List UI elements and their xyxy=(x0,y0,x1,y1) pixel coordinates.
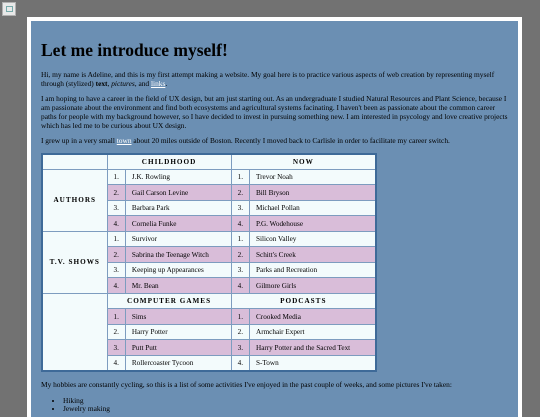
content-panel: Let me introduce myself! Hi, my name is … xyxy=(31,21,518,417)
bold-text: text xyxy=(95,78,108,88)
table-row: T.V. SHOWS 1. Survivor 1. Silicon Valley xyxy=(41,230,377,294)
table-cell-number: 1. xyxy=(106,230,126,248)
table-cell: Schitt's Creek xyxy=(249,246,377,263)
blank-row-header xyxy=(41,292,108,372)
hometown-text: I grew up in a very small xyxy=(41,136,117,146)
italic-text: pictures xyxy=(111,78,135,88)
intro-paragraph-3: I grew up in a very small town about 20 … xyxy=(41,136,508,146)
hometown-text-end: about 20 miles outside of Boston. Recent… xyxy=(131,136,450,146)
table-cell: Keeping up Appearances xyxy=(124,261,232,279)
table-cell-number: 2. xyxy=(230,323,251,341)
table-row: AUTHORS 1. J.K. Rowling 1. Trevor Noah xyxy=(41,168,377,232)
table-header-row: CHILDHOOD NOW xyxy=(41,153,377,170)
table-cell-number: 3. xyxy=(106,339,126,356)
table-cell: Mr. Bean xyxy=(124,277,232,294)
header-now: NOW xyxy=(230,153,377,170)
table-cell: Barbara Park xyxy=(124,199,232,217)
table-subheader-row: COMPUTER GAMES PODCASTS xyxy=(41,292,377,372)
table-cell-number: 2. xyxy=(106,323,126,341)
list-item: Jewelry making xyxy=(63,404,508,413)
table-cell: Gail Carson Levine xyxy=(124,184,232,201)
intro-text-end: . xyxy=(165,78,168,88)
table-cell-number: 2. xyxy=(230,184,251,201)
broken-image-icon xyxy=(2,2,16,16)
table-cell-number: 2. xyxy=(106,184,126,201)
table-cell: Gilmore Girls xyxy=(249,277,377,294)
page-title: Let me introduce myself! xyxy=(41,40,228,60)
table-cell: Trevor Noah xyxy=(249,168,377,186)
table-cell: Cornelia Funke xyxy=(124,215,232,232)
intro-text-and: , and xyxy=(134,78,151,88)
page-container: Let me introduce myself! Hi, my name is … xyxy=(27,17,522,417)
table-cell: Harry Potter xyxy=(124,323,232,341)
table-cell-number: 3. xyxy=(106,199,126,217)
table-cell: Harry Potter and the Sacred Text xyxy=(249,339,377,356)
table-cell: Bill Bryson xyxy=(249,184,377,201)
hobbies-paragraph: My hobbies are constantly cycling, so th… xyxy=(41,379,452,389)
header-blank-cell xyxy=(41,153,108,170)
header-podcasts: PODCASTS xyxy=(230,292,377,310)
table-cell-number: 3. xyxy=(230,261,251,279)
table-cell: J.K. Rowling xyxy=(124,168,232,186)
favorites-table: CHILDHOOD NOW AUTHORS 1. J.K. Rowling 1.… xyxy=(41,152,377,372)
table-cell: Rollercoaster Tycoon xyxy=(124,354,232,372)
table-cell-number: 4. xyxy=(106,354,126,372)
table-cell: Silicon Valley xyxy=(249,230,377,248)
table-cell-number: 1. xyxy=(230,230,251,248)
table-cell: P.G. Wodehouse xyxy=(249,215,377,232)
links-link[interactable]: links xyxy=(151,79,165,88)
list-item: Hiking xyxy=(63,396,508,405)
table-cell-number: 3. xyxy=(230,339,251,356)
table-cell-number: 2. xyxy=(106,246,126,263)
table-cell-number: 4. xyxy=(230,354,251,372)
intro-paragraph-2: I am hoping to have a career in the fiel… xyxy=(41,94,508,130)
table-cell-number: 3. xyxy=(230,199,251,217)
intro-paragraph-1: Hi, my name is Adeline, and this is my f… xyxy=(41,70,508,88)
table-cell-number: 4. xyxy=(230,277,251,294)
table-cell: Michael Pollan xyxy=(249,199,377,217)
table-cell-number: 2. xyxy=(230,246,251,263)
table-cell-number: 4. xyxy=(230,215,251,232)
table-cell-number: 1. xyxy=(106,308,126,325)
row-header-tv-shows: T.V. SHOWS xyxy=(41,230,108,294)
table-cell: Parks and Recreation xyxy=(249,261,377,279)
table-cell-number: 1. xyxy=(230,308,251,325)
town-link[interactable]: town xyxy=(117,136,132,145)
table-cell-number: 1. xyxy=(106,168,126,186)
table-cell-number: 4. xyxy=(106,277,126,294)
row-header-authors: AUTHORS xyxy=(41,168,108,232)
header-childhood: CHILDHOOD xyxy=(106,153,232,170)
table-cell: Sims xyxy=(124,308,232,325)
table-cell: Armchair Expert xyxy=(249,323,377,341)
table-cell: S-Town xyxy=(249,354,377,372)
table-cell: Putt Putt xyxy=(124,339,232,356)
table-cell-number: 1. xyxy=(230,168,251,186)
table-cell: Sabrina the Teenage Witch xyxy=(124,246,232,263)
table-cell: Crooked Media xyxy=(249,308,377,325)
table-cell: Survivor xyxy=(124,230,232,248)
table-cell-number: 4. xyxy=(106,215,126,232)
table-cell-number: 3. xyxy=(106,261,126,279)
header-computer-games: COMPUTER GAMES xyxy=(106,292,232,310)
